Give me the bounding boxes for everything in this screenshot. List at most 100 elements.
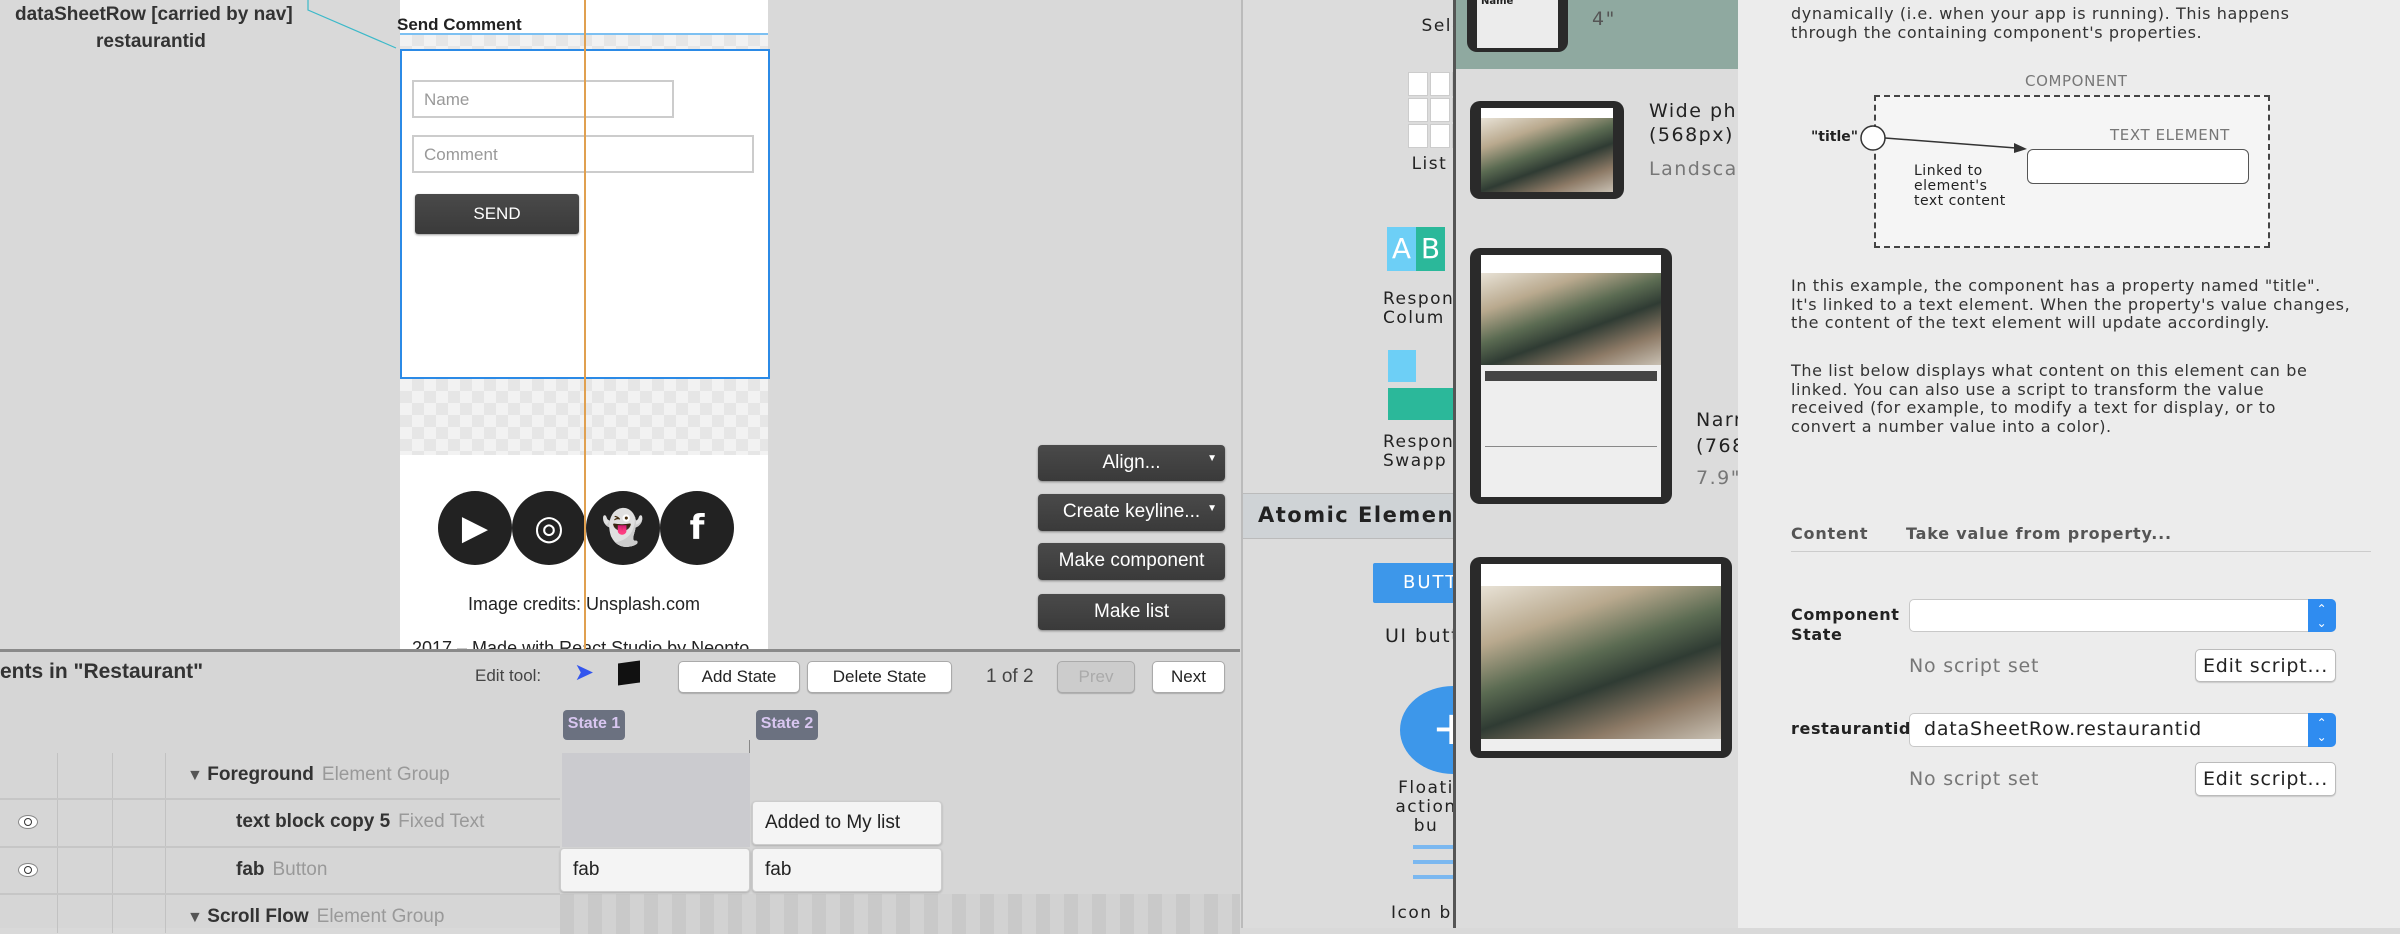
disclosure-triangle-icon[interactable]: ▼ [187, 767, 207, 784]
select-value: dataSheetRow.restaurantid [1924, 718, 2202, 740]
state-1-badge[interactable]: State 1 [563, 710, 625, 740]
paragraph-line: the content of the text element will upd… [1791, 313, 2270, 332]
device-list: Name 4" Wide phon (568px) Landscap Narro… [1453, 0, 1738, 928]
make-list-button[interactable]: Make list [1038, 594, 1225, 630]
next-button[interactable]: Next [1152, 661, 1225, 693]
chevron-updown-icon: ⌃ ⌄ [2308, 713, 2336, 747]
inspector-panel: dynamically (i.e. when your app is runni… [1738, 0, 2400, 928]
paragraph-line: received (for example, to modify a text … [1791, 398, 2277, 417]
make-component-button[interactable]: Make component [1038, 543, 1225, 580]
snapchat-icon[interactable]: 👻 [586, 491, 660, 565]
library-item-list-grid[interactable]: List / G [1412, 154, 1453, 174]
responsive-swap-icon[interactable] [1388, 350, 1416, 382]
text-block-state-2-cell[interactable]: Added to My list [752, 801, 942, 845]
component-state-select[interactable]: ⌃ ⌄ [1909, 599, 2336, 632]
label-line: State [1791, 625, 1843, 644]
state-1-column [562, 753, 750, 847]
comment-input[interactable]: Comment [412, 135, 754, 173]
device-name: Narro [1696, 409, 1738, 431]
device-name: Wide phon [1649, 100, 1738, 122]
list-paragraph: The list below displays what content on … [1791, 361, 2308, 436]
fab-state-1-cell[interactable]: fab [560, 848, 750, 892]
states-panel: ents in "Restaurant" Edit tool: ➤ Add St… [0, 649, 1240, 934]
binding-source-label: dataSheetRow [carried by nav] [15, 4, 293, 25]
list-grid-icon[interactable] [1408, 72, 1453, 148]
dropdown-caret-icon: ▼ [1207, 453, 1217, 464]
atomic-elements-header: Atomic Elements [1258, 503, 1453, 527]
add-state-button[interactable]: Add State [678, 661, 800, 693]
row-label-component-state: Component State [1791, 605, 1900, 645]
restaurantid-select[interactable]: dataSheetRow.restaurantid ⌃ ⌄ [1909, 713, 2336, 747]
ui-button-preview[interactable]: BUTTO [1373, 563, 1453, 603]
footer-text: 2017 – Made with React Studio by Neonto [412, 638, 750, 649]
section-title: Send Comment [397, 15, 522, 34]
row-text-block-copy-5[interactable]: text block copy 5 Fixed Text [236, 811, 484, 833]
paragraph-line: linked. You can also use a script to tra… [1791, 379, 2265, 399]
disclosure-triangle-icon[interactable]: ▼ [187, 909, 207, 926]
row-fab[interactable]: fab Button [236, 859, 327, 881]
create-keyline-button[interactable]: Create keyline... ▼ [1038, 494, 1225, 531]
diagram-link-caption: Linked to element's text content [1914, 164, 2006, 209]
caption-line: text content [1914, 193, 2006, 209]
row-scroll-flow[interactable]: ▼ Scroll Flow Element Group [187, 906, 444, 928]
example-paragraph: In this example, the component has a pro… [1791, 276, 2351, 333]
element-type: Element Group [321, 764, 450, 785]
paragraph-line: convert a number value into a color). [1791, 416, 2112, 436]
fab-state-2-cell[interactable]: fab [752, 848, 942, 892]
element-type: Element Group [316, 906, 445, 927]
device-preview-tablet-landscape[interactable] [1470, 557, 1732, 758]
element-name: text block copy 5 [236, 811, 391, 832]
pointer-tool-icon[interactable]: ➤ [574, 658, 594, 686]
element-type: Button [272, 859, 328, 880]
row-foreground[interactable]: ▼ Foreground Element Group [187, 764, 450, 786]
icon-button-icon[interactable] [1413, 845, 1453, 889]
visibility-eye-icon[interactable] [18, 815, 38, 829]
edit-tool-label: Edit tool: [475, 666, 542, 685]
design-canvas[interactable]: dataSheetRow [carried by nav] restaurant… [0, 0, 1240, 649]
dropdown-caret-icon: ▼ [1207, 503, 1217, 514]
scroll-flow-track [560, 894, 1240, 934]
script-status: No script set [1909, 655, 2040, 677]
library-item-responsive-swap[interactable]: Respon Swapp [1383, 433, 1453, 471]
preview-title: Name [1477, 0, 1558, 48]
script-status: No script set [1909, 768, 2040, 790]
name-input[interactable]: Name [412, 80, 674, 118]
intro-text: dynamically (i.e. when your app is runni… [1791, 4, 2290, 23]
prev-button[interactable]: Prev [1057, 661, 1135, 693]
delete-state-button[interactable]: Delete State [807, 661, 952, 693]
panel-title: ents in "Restaurant" [0, 660, 204, 683]
state-2-badge[interactable]: State 2 [756, 710, 818, 740]
content-column-header: Content [1791, 524, 1869, 543]
element-name: Foreground [207, 764, 314, 785]
element-library: Select List / G A B Respon Colum Respon … [1241, 0, 1453, 928]
diagram-text-element [2027, 149, 2249, 184]
device-size: (568px) [1649, 124, 1734, 146]
paragraph-line: It's linked to a text element. When the … [1791, 294, 2351, 314]
element-type: Fixed Text [398, 811, 485, 832]
library-item-responsive-columns[interactable]: Respon Colum [1383, 290, 1453, 328]
fab-plus-icon[interactable]: + [1400, 686, 1453, 774]
device-size: (768 [1696, 435, 1738, 457]
edit-script-button[interactable]: Edit script... [2195, 649, 2336, 682]
edit-script-button[interactable]: Edit script... [2195, 762, 2336, 796]
device-preview-tablet[interactable] [1470, 248, 1672, 504]
social-icons: ▶ ◎ 👻 f [438, 491, 734, 565]
library-item-select[interactable]: Select [1422, 16, 1453, 36]
diagram-component-label: COMPONENT [2021, 72, 2132, 90]
visibility-eye-icon[interactable] [18, 863, 38, 877]
youtube-icon[interactable]: ▶ [438, 491, 512, 565]
facebook-icon[interactable]: f [660, 491, 734, 565]
align-button[interactable]: Align... ▼ [1038, 445, 1225, 481]
device-preview-wide-phone[interactable] [1470, 101, 1624, 199]
column-a: A [1387, 227, 1416, 271]
paragraph-line: The list below displays what content on … [1791, 361, 2308, 380]
element-name: fab [236, 859, 265, 880]
clapper-tool-icon[interactable] [618, 660, 640, 686]
align-label: Align... [1102, 452, 1161, 473]
responsive-columns-icon[interactable]: A B [1387, 227, 1445, 271]
instagram-icon[interactable]: ◎ [512, 491, 586, 565]
send-button[interactable]: SEND [415, 194, 579, 234]
library-item-ui-button[interactable]: UI butt [1385, 625, 1453, 647]
library-item-fab[interactable]: Floati action bu [1381, 779, 1453, 836]
library-item-icon-button[interactable]: Icon bu [1391, 903, 1453, 923]
